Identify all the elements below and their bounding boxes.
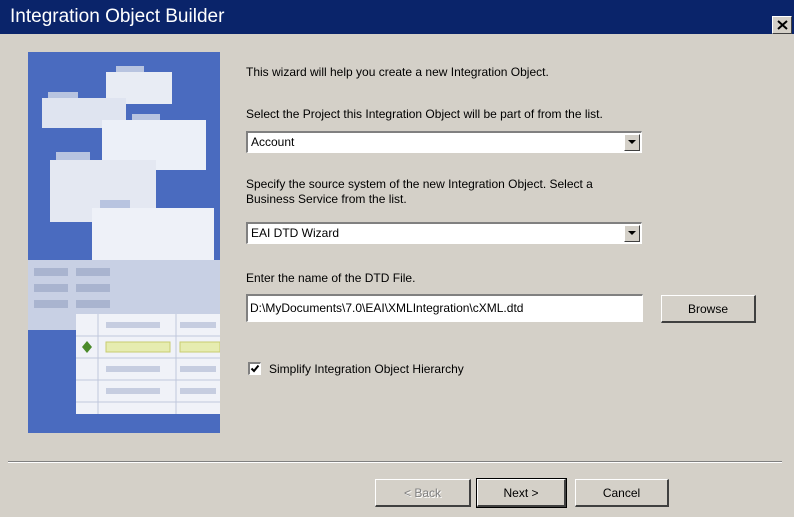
back-button[interactable]: < Back <box>375 479 471 507</box>
source-label-line2: Business Service from the list. <box>246 192 407 206</box>
simplify-label: Simplify Integration Object Hierarchy <box>269 362 464 376</box>
project-dropdown[interactable]: Account <box>246 131 642 153</box>
chevron-down-icon <box>628 231 636 235</box>
next-button[interactable]: Next > <box>476 478 567 508</box>
chevron-down-icon <box>628 140 636 144</box>
separator <box>8 461 782 463</box>
source-label-line1: Specify the source system of the new Int… <box>246 177 593 191</box>
checkmark-icon <box>250 364 260 373</box>
source-dropdown[interactable]: EAI DTD Wizard <box>246 222 642 244</box>
folders-illustration-icon <box>28 66 220 414</box>
dtd-label: Enter the name of the DTD File. <box>246 271 416 285</box>
cancel-button[interactable]: Cancel <box>575 479 669 507</box>
simplify-checkbox[interactable] <box>248 362 261 375</box>
close-icon <box>777 20 788 30</box>
project-dropdown-button[interactable] <box>624 134 640 151</box>
source-value: EAI DTD Wizard <box>251 226 340 240</box>
window-title: Integration Object Builder <box>10 6 225 27</box>
project-value: Account <box>251 135 295 149</box>
close-button[interactable] <box>772 16 792 34</box>
intro-text: This wizard will help you create a new I… <box>246 65 549 79</box>
source-dropdown-button[interactable] <box>624 225 640 242</box>
dtd-file-value: D:\MyDocuments\7.0\EAI\XMLIntegration\cX… <box>250 301 524 315</box>
dtd-file-input[interactable]: D:\MyDocuments\7.0\EAI\XMLIntegration\cX… <box>246 294 643 322</box>
project-label: Select the Project this Integration Obje… <box>246 107 603 121</box>
browse-button[interactable]: Browse <box>661 295 756 323</box>
title-bar: Integration Object Builder <box>0 0 794 34</box>
wizard-illustration <box>28 52 220 433</box>
